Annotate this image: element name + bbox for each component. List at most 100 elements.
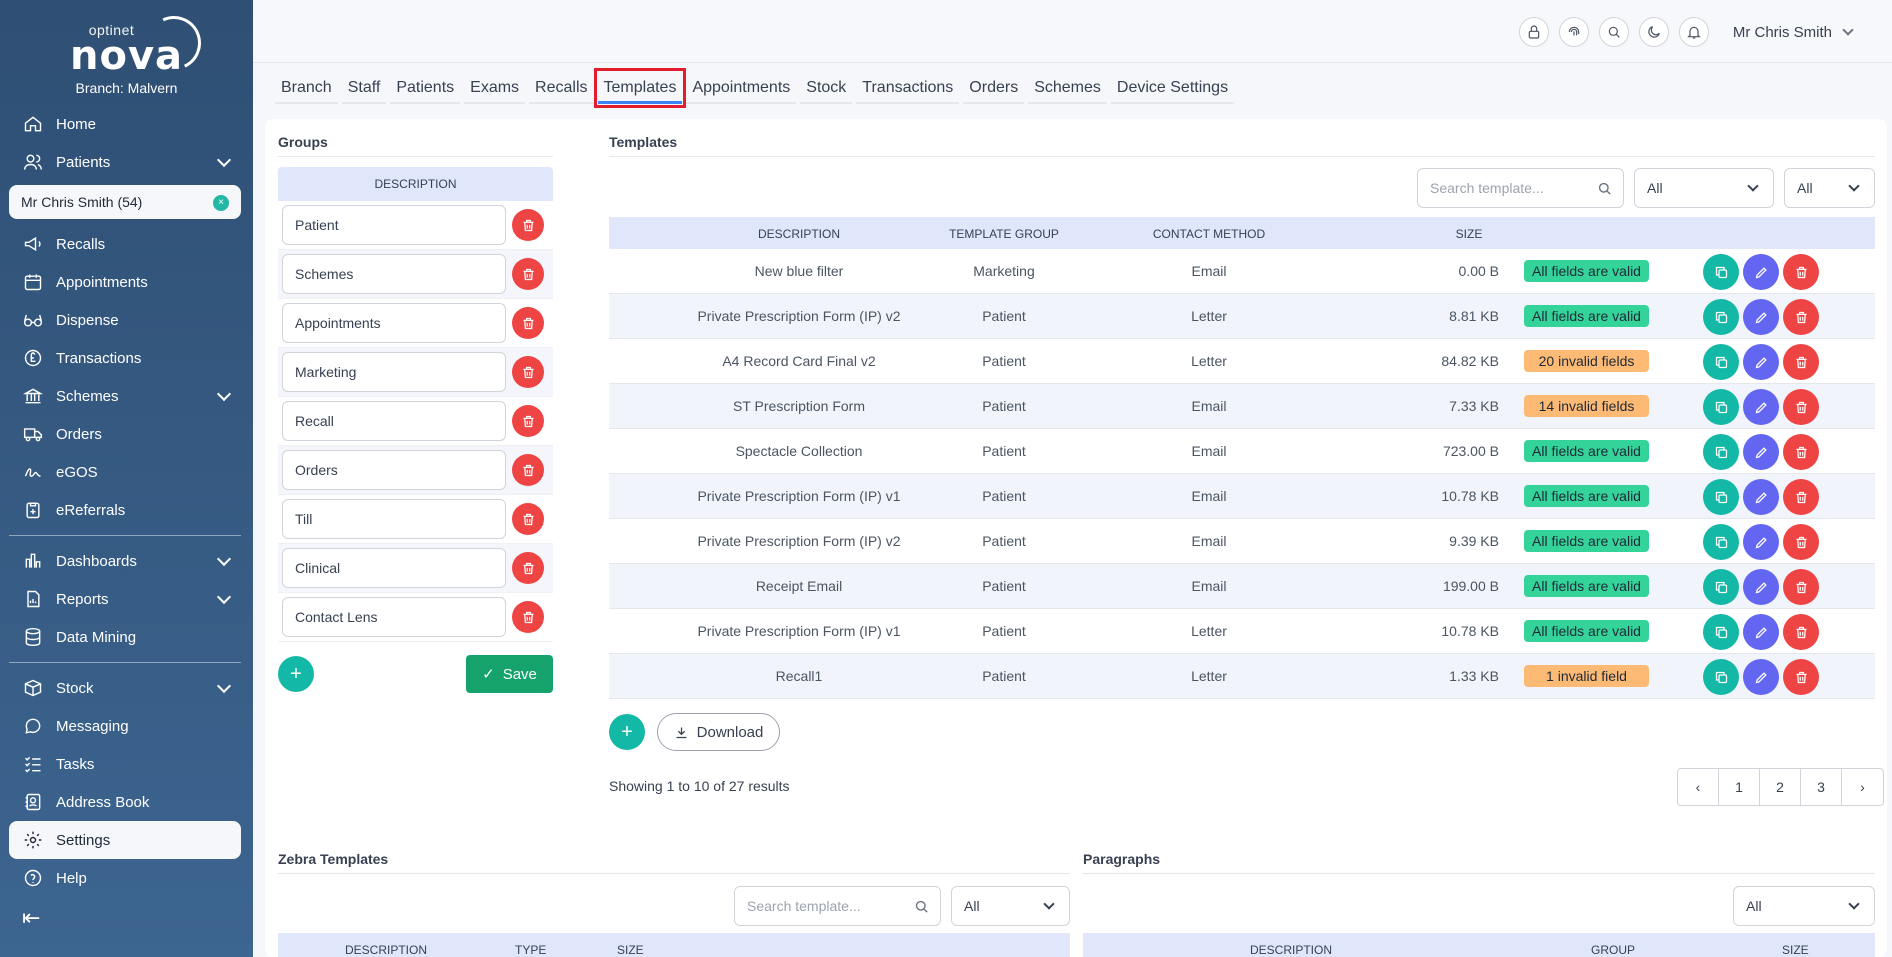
tab-orders[interactable]: Orders [963,72,1025,104]
sidebar-item-egos[interactable]: eGOS [0,453,253,491]
sidebar-item-messaging[interactable]: Messaging [0,707,253,745]
lock-icon[interactable] [1518,17,1549,47]
group-name-input[interactable] [282,597,506,637]
tab-stock[interactable]: Stock [800,72,853,104]
delete-template-button[interactable] [1783,524,1819,560]
edit-template-button[interactable] [1743,524,1779,560]
sidebar-item-stock[interactable]: Stock [0,669,253,707]
tab-patients[interactable]: Patients [390,72,461,104]
delete-group-button[interactable] [512,307,544,339]
close-icon[interactable]: × [213,195,229,211]
sidebar-item-ereferrals[interactable]: eReferrals [0,491,253,529]
edit-template-button[interactable] [1743,659,1779,695]
edit-template-button[interactable] [1743,344,1779,380]
tab-templates[interactable]: Templates [593,68,687,108]
group-name-input[interactable] [282,401,506,441]
sidebar-item-data-mining[interactable]: Data Mining [0,618,253,656]
tab-transactions[interactable]: Transactions [856,72,960,104]
page-button-3[interactable]: 3 [1801,769,1842,805]
sidebar-item-settings[interactable]: Settings [9,821,241,859]
sidebar-item-appointments[interactable]: Appointments [0,263,253,301]
sidebar-item-home[interactable]: Home [0,105,253,143]
delete-group-button[interactable] [512,601,544,633]
sidebar-item-dashboards[interactable]: Dashboards [0,542,253,580]
paragraph-group-filter[interactable]: All [1733,886,1875,926]
sidebar-item-transactions[interactable]: Transactions [0,339,253,377]
group-name-input[interactable] [282,205,506,245]
delete-group-button[interactable] [512,356,544,388]
moon-icon[interactable] [1638,17,1669,47]
delete-group-button[interactable] [512,209,544,241]
active-patient-pill[interactable]: Mr Chris Smith (54) × [9,185,241,219]
tab-schemes[interactable]: Schemes [1028,72,1107,104]
group-name-input[interactable] [282,352,506,392]
tab-recalls[interactable]: Recalls [529,72,594,104]
collapse-sidebar-icon[interactable]: ⇤ [22,905,40,931]
sidebar-item-schemes[interactable]: Schemes [0,377,253,415]
delete-template-button[interactable] [1783,569,1819,605]
delete-template-button[interactable] [1783,479,1819,515]
edit-template-button[interactable] [1743,614,1779,650]
delete-template-button[interactable] [1783,299,1819,335]
sidebar-item-help[interactable]: Help [0,859,253,897]
edit-template-button[interactable] [1743,434,1779,470]
page-button-1[interactable]: 1 [1719,769,1760,805]
group-name-input[interactable] [282,450,506,490]
delete-template-button[interactable] [1783,344,1819,380]
sidebar-item-patients[interactable]: Patients [0,143,253,181]
template-search-input[interactable]: Search template... [1417,168,1624,208]
delete-template-button[interactable] [1783,659,1819,695]
search-icon[interactable] [1598,17,1629,47]
group-name-input[interactable] [282,548,506,588]
delete-group-button[interactable] [512,503,544,535]
delete-group-button[interactable] [512,454,544,486]
tab-exams[interactable]: Exams [464,72,526,104]
brand-logo[interactable]: optinet nova Branch: Malvern [0,0,253,105]
page-button-2[interactable]: 2 [1760,769,1801,805]
bell-icon[interactable] [1678,17,1709,47]
tab-staff[interactable]: Staff [341,72,387,104]
copy-template-button[interactable] [1703,254,1739,290]
group-name-input[interactable] [282,499,506,539]
copy-template-button[interactable] [1703,569,1739,605]
add-template-button[interactable]: + [609,714,645,750]
edit-template-button[interactable] [1743,254,1779,290]
copy-template-button[interactable] [1703,479,1739,515]
copy-template-button[interactable] [1703,614,1739,650]
prev-page-button[interactable]: ‹ [1678,769,1719,805]
sidebar-item-recalls[interactable]: Recalls [0,225,253,263]
sidebar-item-dispense[interactable]: Dispense [0,301,253,339]
delete-template-button[interactable] [1783,614,1819,650]
delete-group-button[interactable] [512,405,544,437]
edit-template-button[interactable] [1743,569,1779,605]
delete-template-button[interactable] [1783,389,1819,425]
copy-template-button[interactable] [1703,524,1739,560]
edit-template-button[interactable] [1743,389,1779,425]
next-page-button[interactable]: › [1842,769,1883,805]
delete-group-button[interactable] [512,552,544,584]
tab-appointments[interactable]: Appointments [686,72,797,104]
delete-template-button[interactable] [1783,434,1819,470]
download-button[interactable]: Download [657,713,780,751]
delete-group-button[interactable] [512,258,544,290]
sidebar-item-reports[interactable]: Reports [0,580,253,618]
sidebar-item-tasks[interactable]: Tasks [0,745,253,783]
sidebar-item-orders[interactable]: Orders [0,415,253,453]
user-menu[interactable]: Mr Chris Smith [1733,24,1854,41]
group-name-input[interactable] [282,254,506,294]
group-name-input[interactable] [282,303,506,343]
zebra-search-input[interactable]: Search template... [734,886,941,926]
copy-template-button[interactable] [1703,434,1739,470]
zebra-type-filter[interactable]: All [951,886,1070,926]
contact-method-filter[interactable]: All [1784,168,1875,208]
template-group-filter[interactable]: All [1634,168,1774,208]
edit-template-button[interactable] [1743,479,1779,515]
copy-template-button[interactable] [1703,344,1739,380]
copy-template-button[interactable] [1703,299,1739,335]
copy-template-button[interactable] [1703,389,1739,425]
tab-device-settings[interactable]: Device Settings [1110,72,1235,104]
tab-branch[interactable]: Branch [275,72,338,104]
add-group-button[interactable]: + [278,656,314,692]
fingerprint-icon[interactable] [1558,17,1589,47]
edit-template-button[interactable] [1743,299,1779,335]
